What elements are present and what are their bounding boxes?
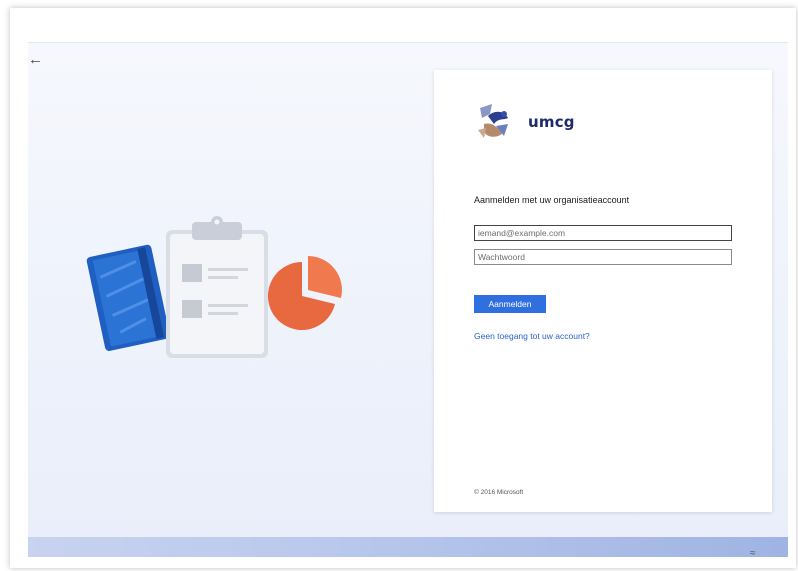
copyright-footer: © 2016 Microsoft <box>474 489 524 496</box>
clipboard-icon <box>166 216 268 358</box>
email-field[interactable] <box>474 225 732 241</box>
signin-heading: Aanmelden met uw organisatieaccount <box>474 195 630 205</box>
pie-chart-icon <box>267 256 342 330</box>
notebook-icon <box>86 244 170 351</box>
logo-text: umcg <box>528 113 575 131</box>
password-field[interactable] <box>474 249 732 265</box>
wifi-icon[interactable]: ≈ <box>750 548 756 559</box>
no-access-link[interactable]: Geen toegang tot uw account? <box>474 331 590 341</box>
signin-card: umcg Aanmelden met uw organisatieaccount… <box>434 70 772 512</box>
back-arrow-icon[interactable]: ← <box>28 52 46 68</box>
umcg-logo-icon <box>478 104 508 138</box>
taskbar-band <box>28 537 788 557</box>
office-illustration <box>86 216 342 358</box>
signin-button[interactable]: Aanmelden <box>474 295 546 313</box>
